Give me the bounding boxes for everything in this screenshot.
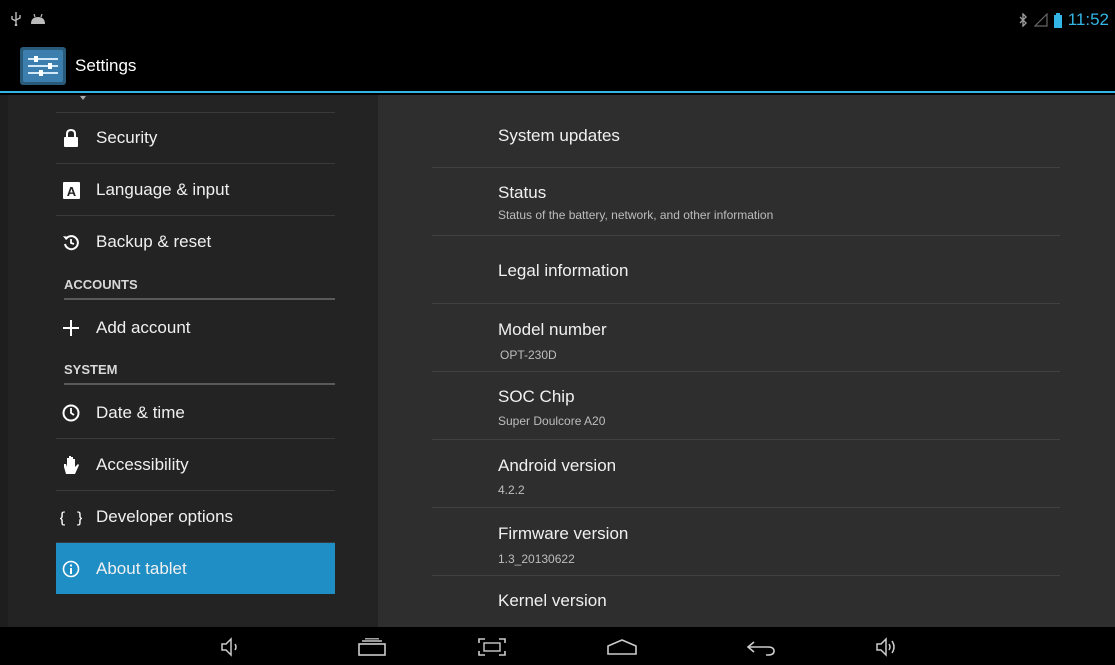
detail-item-title: System updates bbox=[498, 126, 620, 145]
volume-up-button[interactable] bbox=[868, 633, 908, 661]
detail-item-value: 1.3_20130622 bbox=[498, 552, 575, 566]
detail-item-kernel-version: Kernel version bbox=[432, 576, 1060, 627]
settings-sliders-icon[interactable] bbox=[20, 47, 66, 85]
sidebar-item-accessibility[interactable]: Accessibility bbox=[56, 440, 335, 491]
detail-item-system-updates[interactable]: System updates bbox=[432, 95, 1060, 168]
bluetooth-icon bbox=[1019, 13, 1027, 27]
navigation-bar bbox=[0, 627, 1115, 665]
home-icon bbox=[607, 639, 637, 655]
sidebar-item-label: Language & input bbox=[96, 180, 230, 199]
volume-up-icon bbox=[876, 637, 895, 657]
recent-apps-icon bbox=[358, 638, 386, 656]
sidebar-item-date-time[interactable]: Date & time bbox=[56, 388, 335, 439]
hand-icon bbox=[60, 454, 82, 476]
info-icon bbox=[60, 558, 82, 580]
sidebar-item-label: Add account bbox=[96, 317, 191, 337]
section-header-accounts: ACCOUNTS bbox=[64, 268, 335, 300]
sidebar-item-about-tablet[interactable]: About tablet bbox=[56, 543, 335, 594]
detail-item-android-version[interactable]: Android version 4.2.2 bbox=[432, 440, 1060, 508]
clock-icon bbox=[60, 402, 82, 424]
recent-apps-button[interactable] bbox=[352, 633, 392, 661]
sidebar-item-backup-reset[interactable]: Backup & reset bbox=[56, 216, 335, 267]
battery-icon bbox=[1053, 12, 1062, 28]
detail-item-value: Super Doulcore A20 bbox=[498, 414, 606, 428]
signal-icon bbox=[1033, 13, 1048, 27]
back-icon bbox=[746, 641, 775, 656]
sidebar-item-label: Security bbox=[96, 128, 158, 147]
language-icon: A bbox=[60, 179, 82, 201]
section-header-system: SYSTEM bbox=[64, 353, 335, 385]
detail-item-subtitle: Status of the battery, network, and othe… bbox=[498, 208, 774, 222]
detail-item-title: Legal information bbox=[498, 261, 629, 280]
screenshot-button[interactable] bbox=[472, 633, 512, 661]
status-bar: 11:52 bbox=[0, 0, 1115, 38]
volume-down-icon bbox=[221, 637, 237, 657]
detail-item-value: OPT-230D bbox=[500, 348, 557, 362]
sidebar-item-label: Accessibility bbox=[96, 455, 189, 474]
sidebar-item-label: Backup & reset bbox=[96, 231, 212, 251]
detail-item-soc-chip: SOC Chip Super Doulcore A20 bbox=[432, 372, 1060, 440]
home-button[interactable] bbox=[602, 633, 642, 661]
sidebar-item-label: Developer options bbox=[96, 507, 234, 526]
android-debug-icon bbox=[31, 13, 45, 24]
settings-content: Security A Language & input Backup & res… bbox=[0, 95, 1115, 627]
back-button[interactable] bbox=[741, 633, 781, 661]
sidebar-item-add-account[interactable]: Add account bbox=[56, 302, 335, 353]
clock: 11:52 bbox=[1067, 10, 1109, 29]
detail-item-title: Model number bbox=[498, 320, 607, 339]
detail-item-title: Status bbox=[498, 183, 547, 202]
sidebar-item-developer-options[interactable]: { } Developer options bbox=[56, 492, 335, 543]
screenshot-icon bbox=[478, 638, 506, 656]
usb-icon bbox=[11, 12, 21, 26]
scroll-indicator-icon bbox=[80, 96, 86, 100]
action-bar: Settings bbox=[0, 38, 1115, 93]
plus-icon bbox=[60, 317, 82, 339]
sidebar-item-language-input[interactable]: A Language & input bbox=[56, 165, 335, 216]
detail-item-title: Kernel version bbox=[498, 591, 607, 610]
app-title: Settings bbox=[75, 56, 137, 75]
detail-item-title: SOC Chip bbox=[498, 387, 575, 406]
detail-item-value: 4.2.2 bbox=[498, 483, 525, 497]
status-bar-notifications bbox=[10, 12, 46, 26]
about-tablet-pane[interactable]: System updates Status Status of the batt… bbox=[378, 95, 1115, 627]
status-bar-system: 11:52 bbox=[1018, 10, 1109, 30]
detail-item-status[interactable]: Status Status of the battery, network, a… bbox=[432, 168, 1060, 236]
detail-item-model-number: Model number OPT-230D bbox=[432, 304, 1060, 372]
settings-sidebar[interactable]: Security A Language & input Backup & res… bbox=[8, 95, 378, 627]
backup-icon bbox=[60, 231, 82, 253]
braces-icon: { } bbox=[60, 506, 82, 528]
sidebar-item-label: Date & time bbox=[96, 403, 185, 422]
detail-item-title: Android version bbox=[498, 456, 617, 475]
detail-item-title: Firmware version bbox=[498, 524, 629, 543]
detail-item-firmware-version: Firmware version 1.3_20130622 bbox=[432, 508, 1060, 576]
svg-text:A: A bbox=[66, 184, 76, 199]
detail-item-legal-information[interactable]: Legal information bbox=[432, 236, 1060, 304]
sidebar-item-security[interactable]: Security bbox=[56, 113, 335, 164]
sidebar-item-label: About tablet bbox=[96, 558, 187, 578]
volume-down-button[interactable] bbox=[211, 633, 251, 661]
lock-icon bbox=[60, 127, 82, 149]
svg-text:{ }: { } bbox=[60, 509, 82, 526]
